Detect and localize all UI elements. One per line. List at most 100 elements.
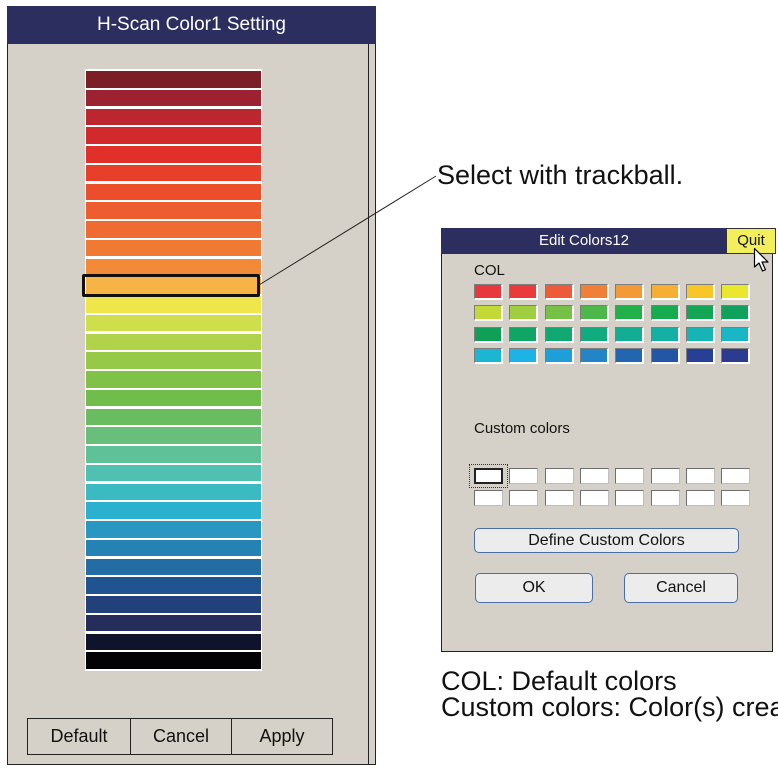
color-level-stripe[interactable] [86, 502, 261, 519]
color-level-stripe[interactable] [86, 164, 261, 182]
color-level-stripe[interactable] [86, 108, 261, 125]
basic-color-swatch[interactable] [474, 305, 503, 322]
basic-color-swatch[interactable] [509, 348, 539, 365]
basic-color-swatch[interactable] [509, 326, 539, 343]
color-level-stripe[interactable] [86, 483, 261, 500]
color-level-stripe[interactable] [86, 89, 261, 107]
dialog-button-bar: Default Cancel Apply [27, 718, 333, 755]
color-level-stripe[interactable] [86, 352, 261, 369]
color-level-stripe[interactable] [86, 577, 261, 594]
basic-color-swatch[interactable] [650, 326, 680, 343]
color-level-stripe[interactable] [86, 202, 261, 219]
selected-level-outline [82, 273, 260, 297]
basic-color-swatch[interactable] [685, 326, 715, 343]
dialog-frame-line [368, 44, 369, 765]
color-level-stripe[interactable] [86, 296, 261, 313]
basic-color-swatch[interactable] [721, 305, 751, 322]
basic-color-swatch[interactable] [509, 305, 539, 322]
custom-color-swatch[interactable] [544, 468, 574, 484]
basic-color-swatch[interactable] [685, 305, 715, 322]
callout-text: Select with trackball. [437, 160, 684, 190]
basic-color-swatch[interactable] [721, 326, 751, 343]
basic-color-swatch[interactable] [579, 305, 609, 322]
color-level-stripe[interactable] [86, 389, 261, 407]
custom-color-swatch[interactable] [721, 490, 751, 506]
basic-color-swatch[interactable] [685, 284, 715, 300]
basic-color-swatch[interactable] [544, 326, 574, 343]
color-level-stripe[interactable] [86, 371, 261, 388]
basic-color-grid [474, 284, 752, 366]
basic-color-swatch[interactable] [615, 348, 645, 365]
basic-color-swatch[interactable] [615, 284, 645, 300]
basic-color-swatch[interactable] [579, 284, 609, 300]
basic-color-swatch[interactable] [579, 326, 609, 343]
basic-color-swatch[interactable] [721, 284, 751, 300]
basic-color-swatch[interactable] [474, 284, 503, 300]
dialog-title: H-Scan Color1 Setting [7, 6, 376, 44]
basic-color-swatch[interactable] [685, 348, 715, 365]
color-level-column [85, 69, 262, 671]
custom-color-swatch[interactable] [544, 490, 574, 506]
basic-color-swatch[interactable] [544, 284, 574, 300]
custom-color-grid [469, 464, 752, 508]
basic-color-swatch[interactable] [579, 348, 609, 365]
basic-color-swatch[interactable] [474, 348, 503, 365]
mouse-pointer-icon [753, 247, 769, 272]
color-level-stripe[interactable] [86, 333, 261, 350]
color-level-stripe[interactable] [86, 146, 261, 163]
color-level-stripe[interactable] [86, 596, 261, 613]
color-level-stripe[interactable] [86, 614, 261, 632]
caption-line-custom: Custom colors: Color(s) crea [441, 692, 778, 722]
ok-button[interactable]: OK [475, 573, 593, 603]
color-level-stripe[interactable] [86, 464, 261, 482]
custom-color-swatch[interactable] [685, 490, 715, 506]
basic-color-swatch[interactable] [650, 348, 680, 365]
basic-color-swatch[interactable] [615, 305, 645, 322]
custom-color-swatch[interactable] [721, 468, 751, 484]
figure-caption: COL: Default colors Custom colors: Color… [441, 668, 778, 722]
color-level-stripe[interactable] [86, 71, 261, 88]
basic-color-swatch[interactable] [474, 326, 503, 343]
edit-cancel-button[interactable]: Cancel [624, 573, 738, 603]
color-level-stripe[interactable] [86, 127, 261, 144]
basic-color-swatch[interactable] [544, 348, 574, 365]
color-level-stripe[interactable] [86, 633, 261, 650]
basic-color-swatch[interactable] [721, 348, 751, 365]
cancel-button[interactable]: Cancel [131, 719, 232, 754]
caption-line-col: COL: Default colors [441, 668, 677, 696]
color-level-stripe[interactable] [86, 408, 261, 425]
custom-color-swatch[interactable] [685, 468, 715, 484]
color-level-stripe[interactable] [86, 446, 261, 463]
color-level-stripe[interactable] [86, 427, 261, 444]
color-level-stripe[interactable] [86, 183, 261, 200]
custom-color-swatch[interactable] [509, 468, 539, 484]
color-level-stripe[interactable] [86, 239, 261, 257]
color-level-stripe[interactable] [86, 558, 261, 575]
basic-colors-label: COL [474, 262, 505, 279]
define-custom-colors-button[interactable]: Define Custom Colors [474, 528, 739, 553]
custom-color-swatch[interactable] [615, 468, 645, 484]
custom-color-swatch[interactable] [650, 490, 680, 506]
color-level-stripe[interactable] [86, 539, 261, 557]
color-level-stripe[interactable] [86, 521, 261, 538]
custom-color-swatch[interactable] [474, 490, 503, 506]
basic-color-swatch[interactable] [615, 326, 645, 343]
color-level-stripe[interactable] [86, 314, 261, 332]
basic-color-swatch[interactable] [650, 305, 680, 322]
basic-color-swatch[interactable] [544, 305, 574, 322]
custom-color-swatch[interactable] [579, 468, 609, 484]
basic-color-swatch[interactable] [650, 284, 680, 300]
custom-colors-label: Custom colors [474, 420, 570, 437]
custom-color-swatch[interactable] [650, 468, 680, 484]
default-button[interactable]: Default [28, 719, 131, 754]
basic-color-swatch[interactable] [509, 284, 539, 300]
custom-color-swatch[interactable] [579, 490, 609, 506]
custom-color-swatch[interactable] [615, 490, 645, 506]
apply-button[interactable]: Apply [232, 719, 332, 754]
color-level-stripe[interactable] [86, 221, 261, 238]
custom-color-swatch[interactable] [509, 490, 539, 506]
custom-color-swatch[interactable] [474, 468, 503, 484]
color-level-stripe[interactable] [86, 652, 261, 669]
color-level-stripe[interactable] [86, 258, 261, 275]
edit-colors-title: Edit Colors12 [441, 228, 727, 254]
